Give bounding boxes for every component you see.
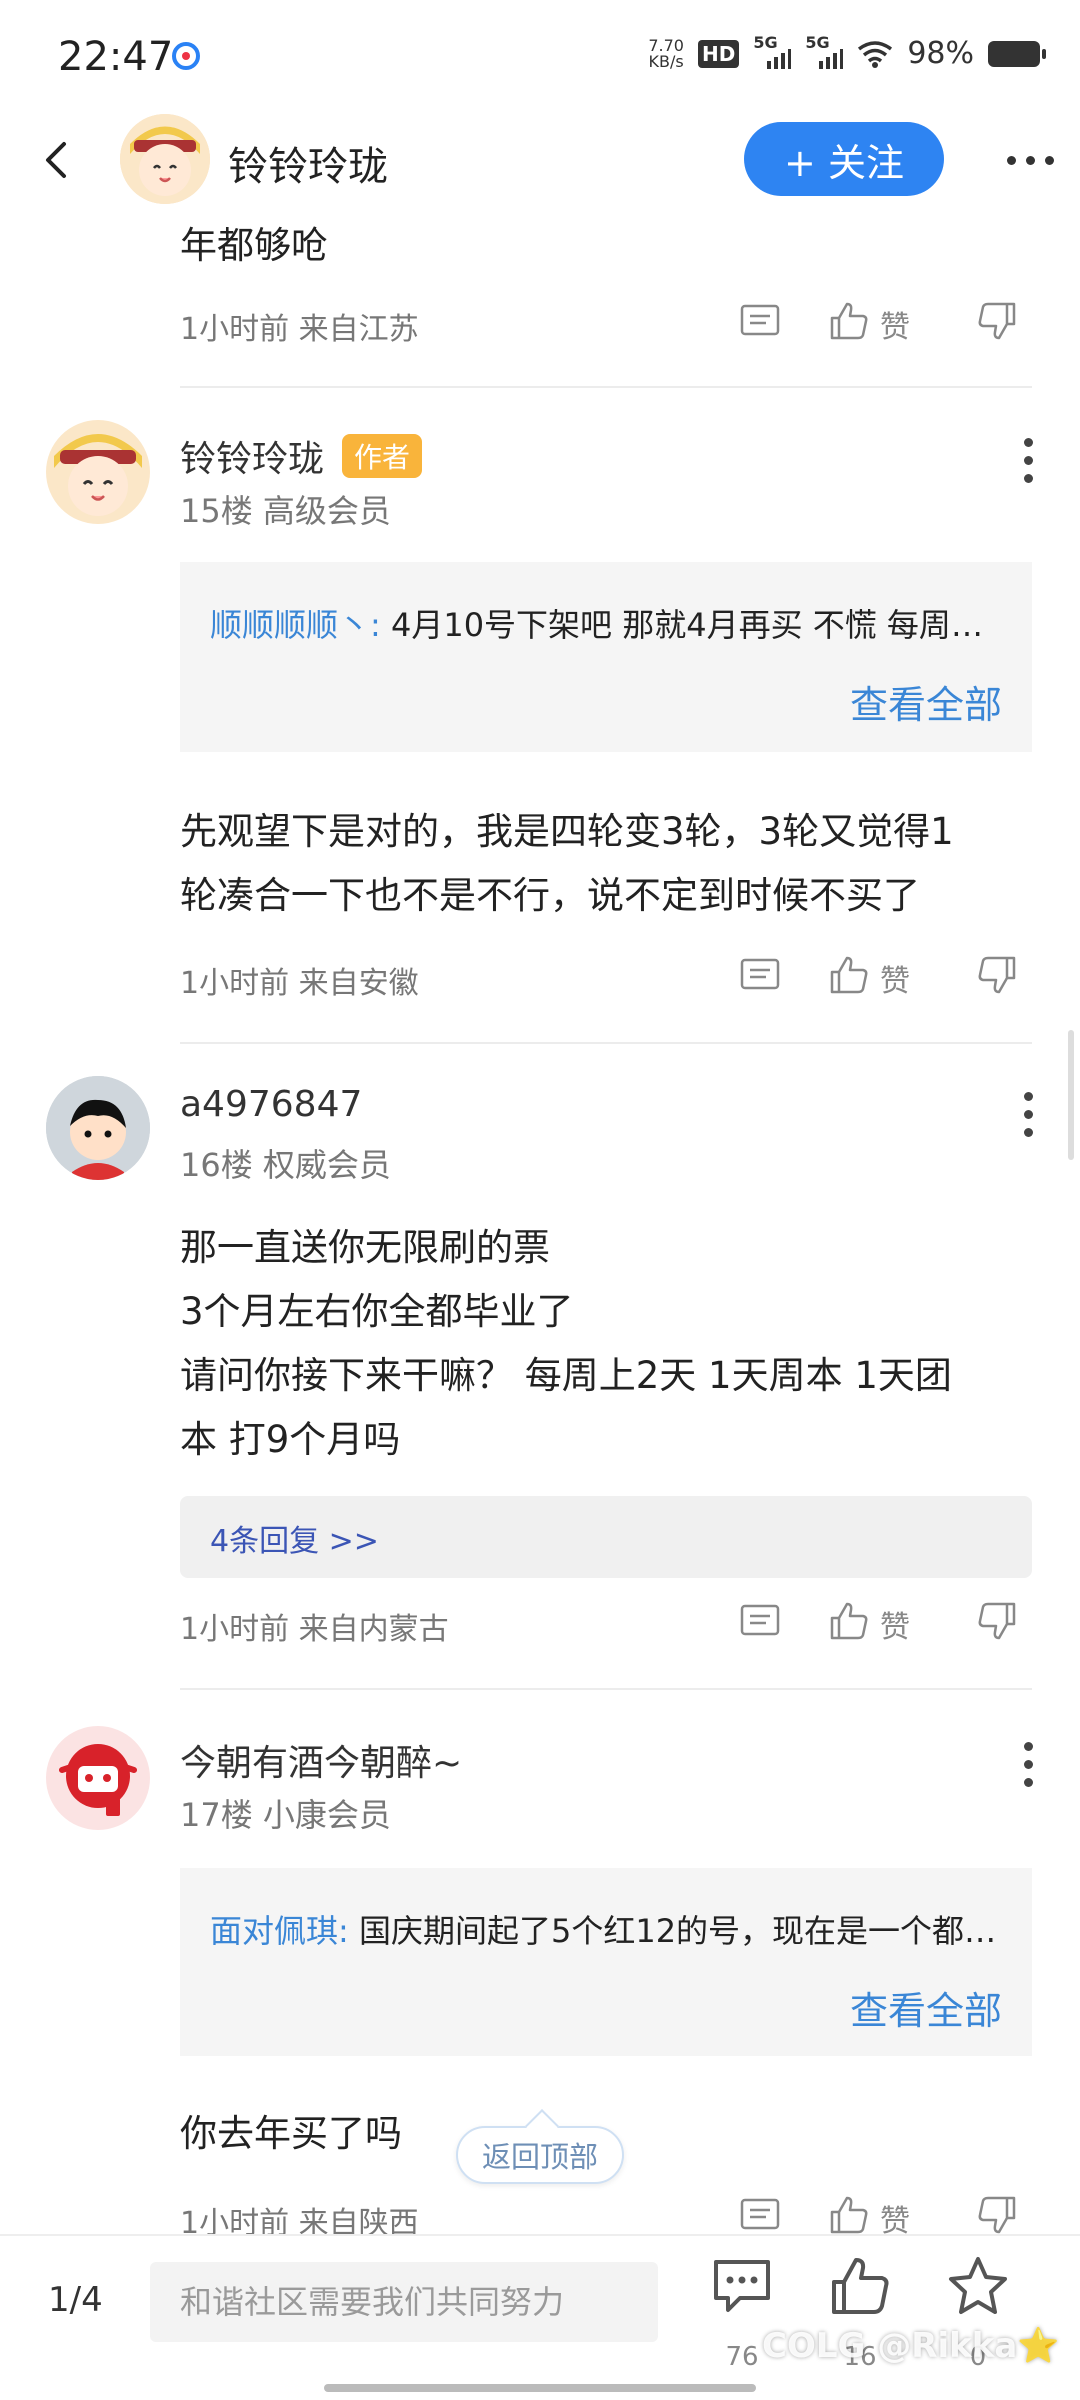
comment-username[interactable]: a4976847 xyxy=(180,1084,362,1125)
comment-more-icon[interactable] xyxy=(1024,438,1034,483)
thumbs-down-icon[interactable] xyxy=(976,954,1018,996)
signal-5g-2-icon: 5G xyxy=(805,33,844,69)
view-all-link[interactable]: 查看全部 xyxy=(850,674,1002,729)
back-to-top-button[interactable]: 返回顶部 xyxy=(456,2126,624,2184)
net-speed-unit: KB/s xyxy=(648,51,684,71)
quoted-text: 国庆期间起了5个红12的号，现在是一个都没有了 xyxy=(348,1912,1000,1950)
status-bar: 22:47 7.70 KB/s HD 5G 5G 98% xyxy=(0,0,1080,110)
signal-2-label: 5G xyxy=(805,32,830,52)
author-badge: 作者 xyxy=(342,434,423,478)
scrollbar-thumb[interactable] xyxy=(1068,1030,1074,1160)
comment-meta: 1小时前 来自江苏 xyxy=(180,312,419,347)
battery-percent: 98% xyxy=(907,36,974,71)
reply-icon[interactable] xyxy=(740,958,780,994)
follow-button[interactable]: + 关注 xyxy=(744,122,944,196)
comment-actions: 赞 xyxy=(740,1600,1020,1646)
quoted-username[interactable]: 面对佩琪: xyxy=(210,1912,349,1950)
comment-meta: 1小时前 来自安徽 xyxy=(180,966,419,1001)
thumbs-up-icon[interactable] xyxy=(828,300,870,342)
quoted-reply-box[interactable]: 顺顺顺顺丶: 4月10号下架吧 那就4月再买 不慌 每周都可以打一下 查看全部 xyxy=(180,562,1032,752)
wifi-icon xyxy=(858,40,893,68)
reply-icon[interactable] xyxy=(740,2198,780,2234)
comment-floor-level: 17楼 小康会员 xyxy=(180,1796,391,1834)
thumbs-up-icon[interactable] xyxy=(828,954,870,996)
comment-item: 铃铃玲珑 作者 15楼 高级会员 顺顺顺顺丶: 4月10号下架吧 那就4月再买 不… xyxy=(0,420,1080,1044)
reply-icon[interactable] xyxy=(740,304,780,340)
comment-more-icon[interactable] xyxy=(1024,1092,1034,1137)
view-all-link[interactable]: 查看全部 xyxy=(850,1980,1002,2035)
comment-floor-level: 16楼 权威会员 xyxy=(180,1146,391,1184)
user-avatar[interactable] xyxy=(46,1076,150,1180)
hd-icon: HD xyxy=(697,39,740,68)
navigation-handle[interactable] xyxy=(324,2384,756,2392)
comment-divider xyxy=(180,1042,1032,1044)
battery-icon xyxy=(988,40,1046,67)
thumbs-down-icon[interactable] xyxy=(976,2194,1018,2236)
quoted-reply-text: 面对佩琪: 国庆期间起了5个红12的号，现在是一个都没有了 xyxy=(210,1906,1000,1952)
user-avatar[interactable] xyxy=(46,420,150,524)
watermark: COLG @Rikka⭐ xyxy=(762,2326,1060,2366)
bottom-bar: 1/4 76 16 0 xyxy=(0,2234,1080,2400)
star-icon[interactable] xyxy=(946,2254,1010,2318)
comment-divider xyxy=(180,1688,1032,1690)
thumbs-up-icon[interactable] xyxy=(828,2194,870,2236)
comment-text: 年都够呛 xyxy=(180,224,328,267)
comment-username[interactable]: 铃铃玲珑 作者 xyxy=(180,430,423,482)
reply-input[interactable] xyxy=(150,2262,658,2342)
reply-icon[interactable] xyxy=(740,1604,780,1640)
back-arrow-icon[interactable] xyxy=(36,138,80,182)
network-speed: 7.70 KB/s xyxy=(648,37,684,71)
comment-item: a4976847 16楼 权威会员 那一直送你无限刷的票 3个月左右你全都毕业了… xyxy=(0,1076,1080,1696)
comment-meta: 1小时前 来自内蒙古 xyxy=(180,1612,449,1647)
comment-username[interactable]: 今朝有酒今朝醉~ xyxy=(180,1734,462,1786)
status-time: 22:47 xyxy=(58,34,174,80)
header-avatar[interactable] xyxy=(120,114,210,204)
signal-1-label: 5G xyxy=(753,32,778,52)
comment-text: 那一直送你无限刷的票 3个月左右你全都毕业了 请问你接下来干嘛？ 每周上2天 1… xyxy=(180,1226,952,1461)
comments-icon[interactable] xyxy=(710,2254,774,2318)
quoted-reply-text: 顺顺顺顺丶: 4月10号下架吧 那就4月再买 不慌 每周都可以打一下 xyxy=(210,600,1000,646)
comment-more-icon[interactable] xyxy=(1024,1742,1034,1787)
comment-partial: 年都够呛 1小时前 来自江苏 赞 xyxy=(0,210,1080,390)
more-options-icon[interactable] xyxy=(1007,156,1054,165)
user-avatar[interactable] xyxy=(46,1726,150,1830)
thumbs-down-icon[interactable] xyxy=(976,300,1018,342)
header-username[interactable]: 铃铃玲珑 xyxy=(228,134,388,192)
like-label: 赞 xyxy=(880,310,910,345)
comment-floor-level: 15楼 高级会员 xyxy=(180,492,391,530)
quoted-reply-box[interactable]: 面对佩琪: 国庆期间起了5个红12的号，现在是一个都没有了 查看全部 xyxy=(180,1868,1032,2056)
location-badge-icon xyxy=(172,42,200,70)
page-indicator[interactable]: 1/4 xyxy=(48,2280,103,2320)
like-label: 赞 xyxy=(880,1610,910,1645)
replies-box[interactable]: 4条回复 >> xyxy=(180,1496,1032,1578)
comment-text: 先观望下是对的，我是四轮变3轮，3轮又觉得1 轮凑合一下也不是不行，说不定到时候… xyxy=(180,810,954,917)
quoted-username[interactable]: 顺顺顺顺丶: xyxy=(210,606,381,644)
view-replies-link[interactable]: 4条回复 >> xyxy=(210,1516,379,1560)
comment-divider xyxy=(180,386,1032,388)
like-icon[interactable] xyxy=(828,2254,892,2318)
signal-5g-icon: 5G xyxy=(753,33,792,69)
post-header: 铃铃玲珑 + 关注 xyxy=(0,110,1080,210)
comment-actions: 赞 xyxy=(740,300,1020,346)
thumbs-down-icon[interactable] xyxy=(976,1600,1018,1642)
status-indicators: 7.70 KB/s HD 5G 5G 98% xyxy=(648,33,1046,71)
quoted-text: 4月10号下架吧 那就4月再买 不慌 每周都可以打一下 xyxy=(390,606,1000,644)
username-text[interactable]: 铃铃玲珑 xyxy=(180,439,324,480)
thumbs-up-icon[interactable] xyxy=(828,1600,870,1642)
comment-actions: 赞 xyxy=(740,954,1020,1000)
like-label: 赞 xyxy=(880,964,910,999)
